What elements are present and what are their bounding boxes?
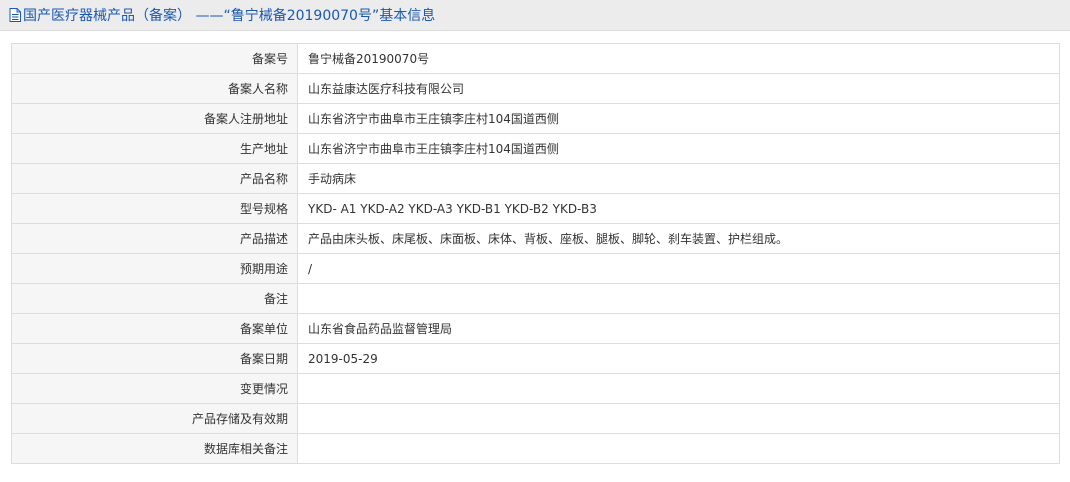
field-label: 生产地址 bbox=[11, 133, 298, 164]
field-label: 变更情况 bbox=[11, 373, 298, 404]
field-value: 2019-05-29 bbox=[297, 343, 1060, 374]
page-header: 国产医疗器械产品（备案） ——“鲁宁械备20190070号”基本信息 bbox=[0, 0, 1070, 31]
page-title: 国产医疗器械产品（备案） ——“鲁宁械备20190070号”基本信息 bbox=[23, 8, 436, 24]
table-row: 备案人名称 山东益康达医疗科技有限公司 bbox=[11, 73, 1060, 104]
document-icon bbox=[9, 8, 21, 22]
field-label: 型号规格 bbox=[11, 193, 298, 224]
info-table-body: 备案号 鲁宁械备20190070号 备案人名称 山东益康达医疗科技有限公司 备案人注册地… bbox=[11, 43, 1060, 464]
table-row: 预期用途 / bbox=[11, 253, 1060, 284]
table-row: 备案单位 山东省食品药品监督管理局 bbox=[11, 313, 1060, 344]
field-value: 产品由床头板、床尾板、床面板、床体、背板、座板、腿板、脚轮、刹车装置、护栏组成。 bbox=[297, 223, 1060, 254]
field-value: 手动病床 bbox=[297, 163, 1060, 194]
field-value: 山东省济宁市曲阜市王庄镇李庄村104国道西侧 bbox=[297, 133, 1060, 164]
table-row: 生产地址 山东省济宁市曲阜市王庄镇李庄村104国道西侧 bbox=[11, 133, 1060, 164]
field-value bbox=[297, 433, 1060, 464]
field-label: 产品存储及有效期 bbox=[11, 403, 298, 434]
table-row: 型号规格 YKD- A1 YKD-A2 YKD-A3 YKD-B1 YKD-B2 … bbox=[11, 193, 1060, 224]
table-row: 变更情况 bbox=[11, 373, 1060, 404]
field-value: 山东省济宁市曲阜市王庄镇李庄村104国道西侧 bbox=[297, 103, 1060, 134]
table-row: 备案号 鲁宁械备20190070号 bbox=[11, 43, 1060, 74]
field-label: 预期用途 bbox=[11, 253, 298, 284]
field-value: / bbox=[297, 253, 1060, 284]
table-row: 产品描述 产品由床头板、床尾板、床面板、床体、背板、座板、腿板、脚轮、刹车装置、护… bbox=[11, 223, 1060, 254]
field-value: 山东省食品药品监督管理局 bbox=[297, 313, 1060, 344]
field-label: 备案日期 bbox=[11, 343, 298, 374]
field-value: 鲁宁械备20190070号 bbox=[297, 43, 1060, 74]
table-row: 备案人注册地址 山东省济宁市曲阜市王庄镇李庄村104国道西侧 bbox=[11, 103, 1060, 134]
field-value bbox=[297, 283, 1060, 314]
field-label: 备案人名称 bbox=[11, 73, 298, 104]
info-table: 备案号 鲁宁械备20190070号 备案人名称 山东益康达医疗科技有限公司 备案人注册地… bbox=[11, 43, 1060, 464]
field-label: 产品名称 bbox=[11, 163, 298, 194]
field-value: 山东益康达医疗科技有限公司 bbox=[297, 73, 1060, 104]
field-value bbox=[297, 403, 1060, 434]
field-label: 备案人注册地址 bbox=[11, 103, 298, 134]
table-row: 备案日期 2019-05-29 bbox=[11, 343, 1060, 374]
field-value bbox=[297, 373, 1060, 404]
field-label: 产品描述 bbox=[11, 223, 298, 254]
table-row: 备注 bbox=[11, 283, 1060, 314]
field-value: YKD- A1 YKD-A2 YKD-A3 YKD-B1 YKD-B2 YKD-… bbox=[297, 193, 1060, 224]
field-label: 备注 bbox=[11, 283, 298, 314]
field-label: 数据库相关备注 bbox=[11, 433, 298, 464]
field-label: 备案单位 bbox=[11, 313, 298, 344]
table-row: 产品名称 手动病床 bbox=[11, 163, 1060, 194]
field-label: 备案号 bbox=[11, 43, 298, 74]
table-row: 产品存储及有效期 bbox=[11, 403, 1060, 434]
table-row: 数据库相关备注 bbox=[11, 433, 1060, 464]
